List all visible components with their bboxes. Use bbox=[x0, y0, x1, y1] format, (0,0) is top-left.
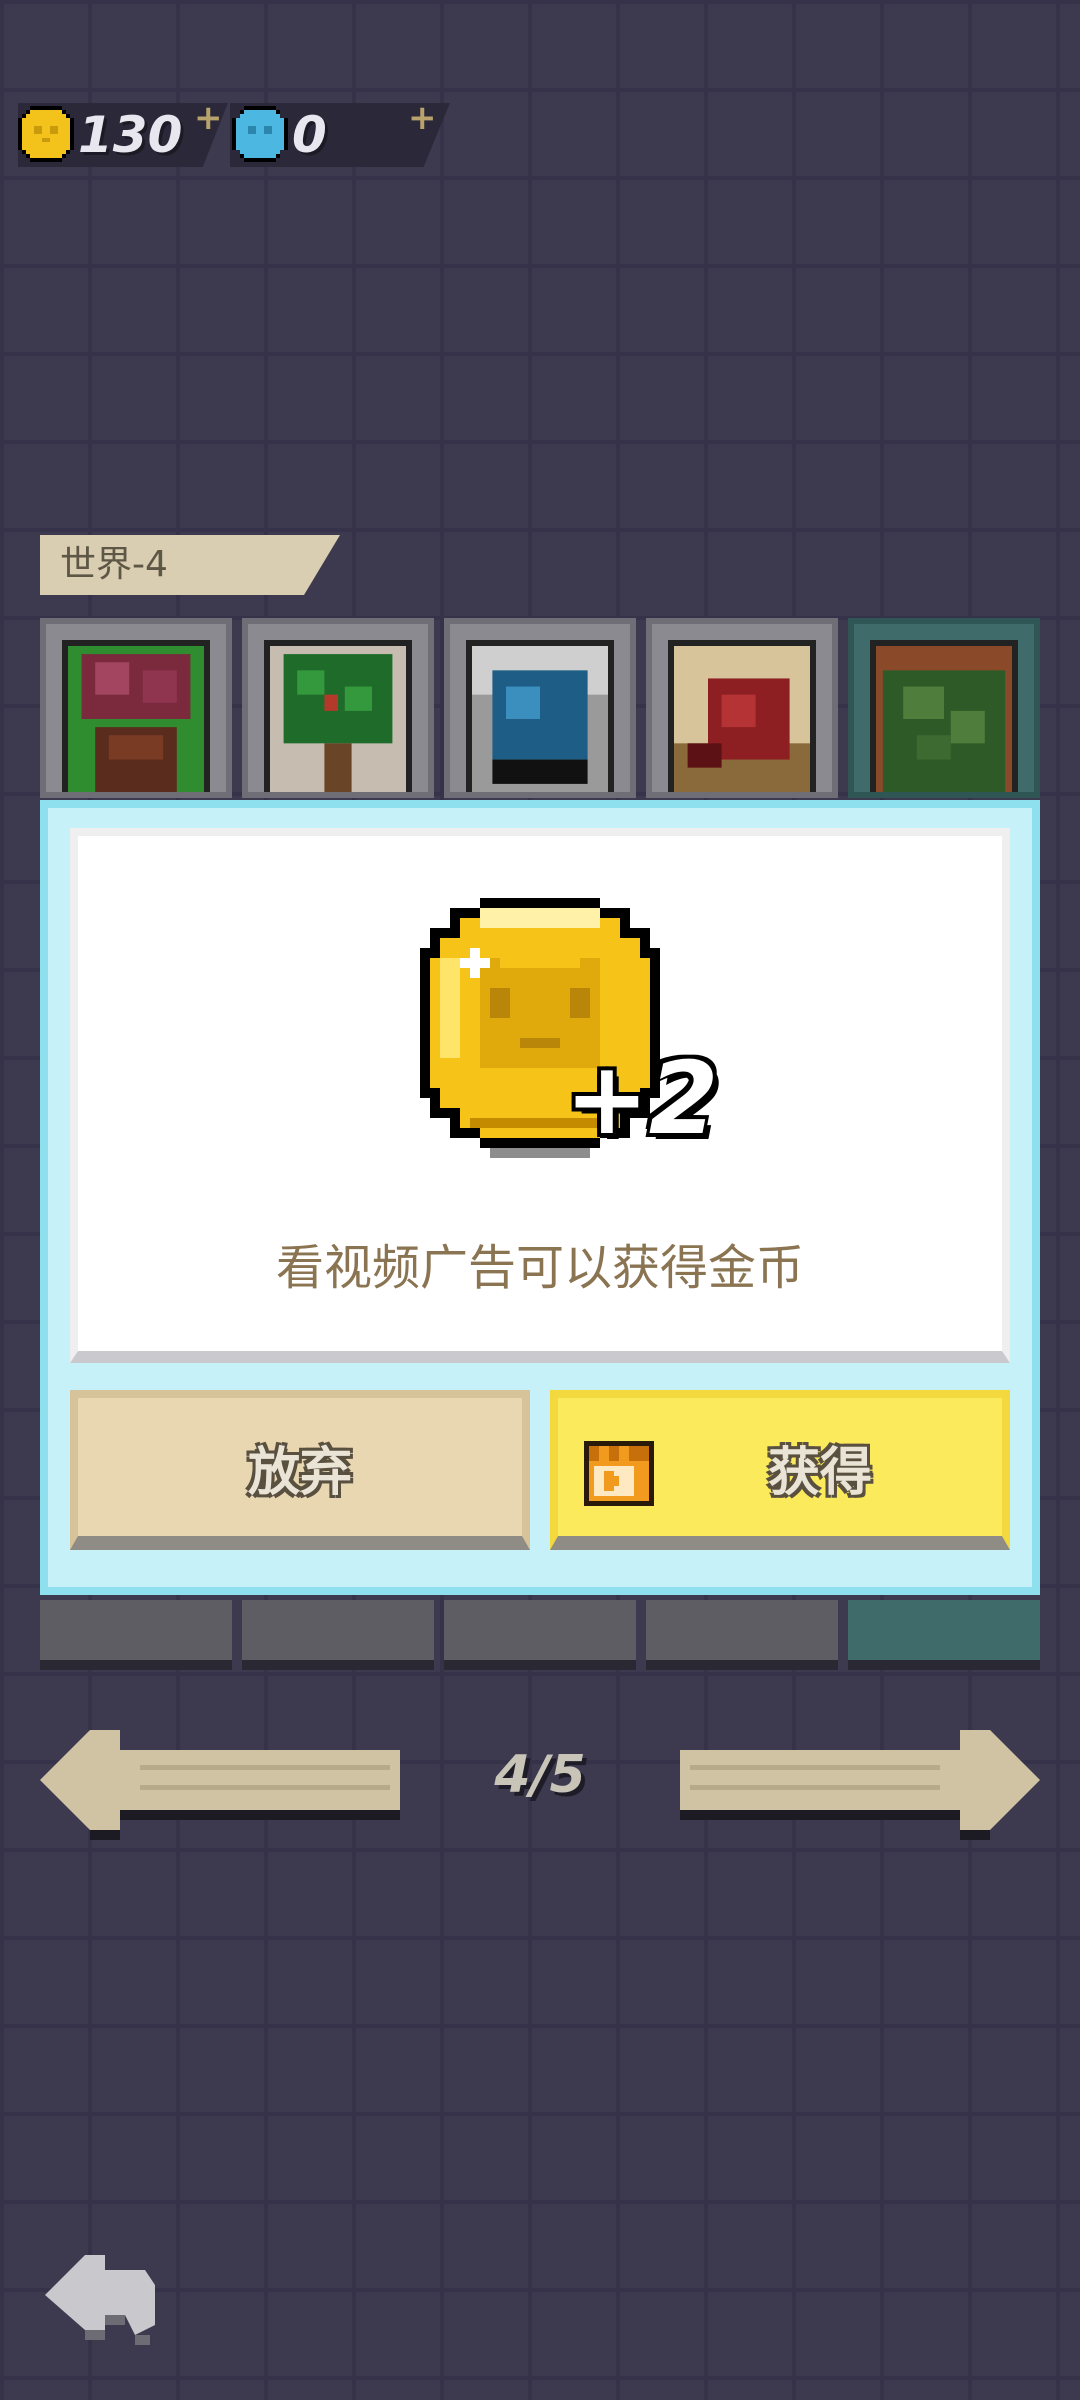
level-card-2-base bbox=[242, 1600, 434, 1670]
obtain-label: 获得 bbox=[767, 1442, 872, 1503]
add-coins-icon[interactable]: + bbox=[194, 98, 223, 138]
level-card-2[interactable] bbox=[242, 618, 434, 798]
gold-coin-icon bbox=[18, 106, 74, 162]
reward-amount: +2 bbox=[565, 1040, 719, 1157]
abandon-button[interactable]: 放弃 bbox=[70, 1390, 530, 1550]
page-indicator: 4/5 bbox=[494, 1745, 586, 1805]
obtain-button[interactable]: 获得 bbox=[550, 1390, 1010, 1550]
reward-message: 看视频广告可以获得金币 bbox=[275, 1240, 804, 1296]
world-label: 世界-4 bbox=[60, 544, 168, 585]
level-card-1[interactable] bbox=[40, 618, 232, 798]
video-ad-icon bbox=[584, 1441, 654, 1506]
coin-count: 130 bbox=[78, 106, 183, 164]
blue-crystal-art bbox=[466, 640, 614, 792]
flower-pot-art bbox=[62, 640, 210, 792]
level-card-4[interactable] bbox=[646, 618, 838, 798]
level-card-1-base bbox=[40, 1600, 232, 1670]
level-card-3[interactable] bbox=[444, 618, 636, 798]
next-arrow-icon[interactable] bbox=[680, 1715, 1040, 1845]
gem-count: 0 bbox=[292, 106, 327, 164]
blue-gem-icon bbox=[232, 106, 288, 162]
level-card-5-base bbox=[848, 1600, 1040, 1670]
level-card-4-base bbox=[646, 1600, 838, 1670]
add-gems-icon[interactable]: + bbox=[408, 98, 437, 138]
back-arrow-icon[interactable] bbox=[45, 2245, 155, 2345]
previous-arrow-icon[interactable] bbox=[40, 1715, 400, 1845]
level-card-5[interactable] bbox=[848, 618, 1040, 798]
tree-art bbox=[264, 640, 412, 792]
green-bush-art bbox=[870, 640, 1018, 792]
level-card-3-base bbox=[444, 1600, 636, 1670]
abandon-label: 放弃 bbox=[247, 1442, 352, 1503]
red-meat-art bbox=[668, 640, 816, 792]
